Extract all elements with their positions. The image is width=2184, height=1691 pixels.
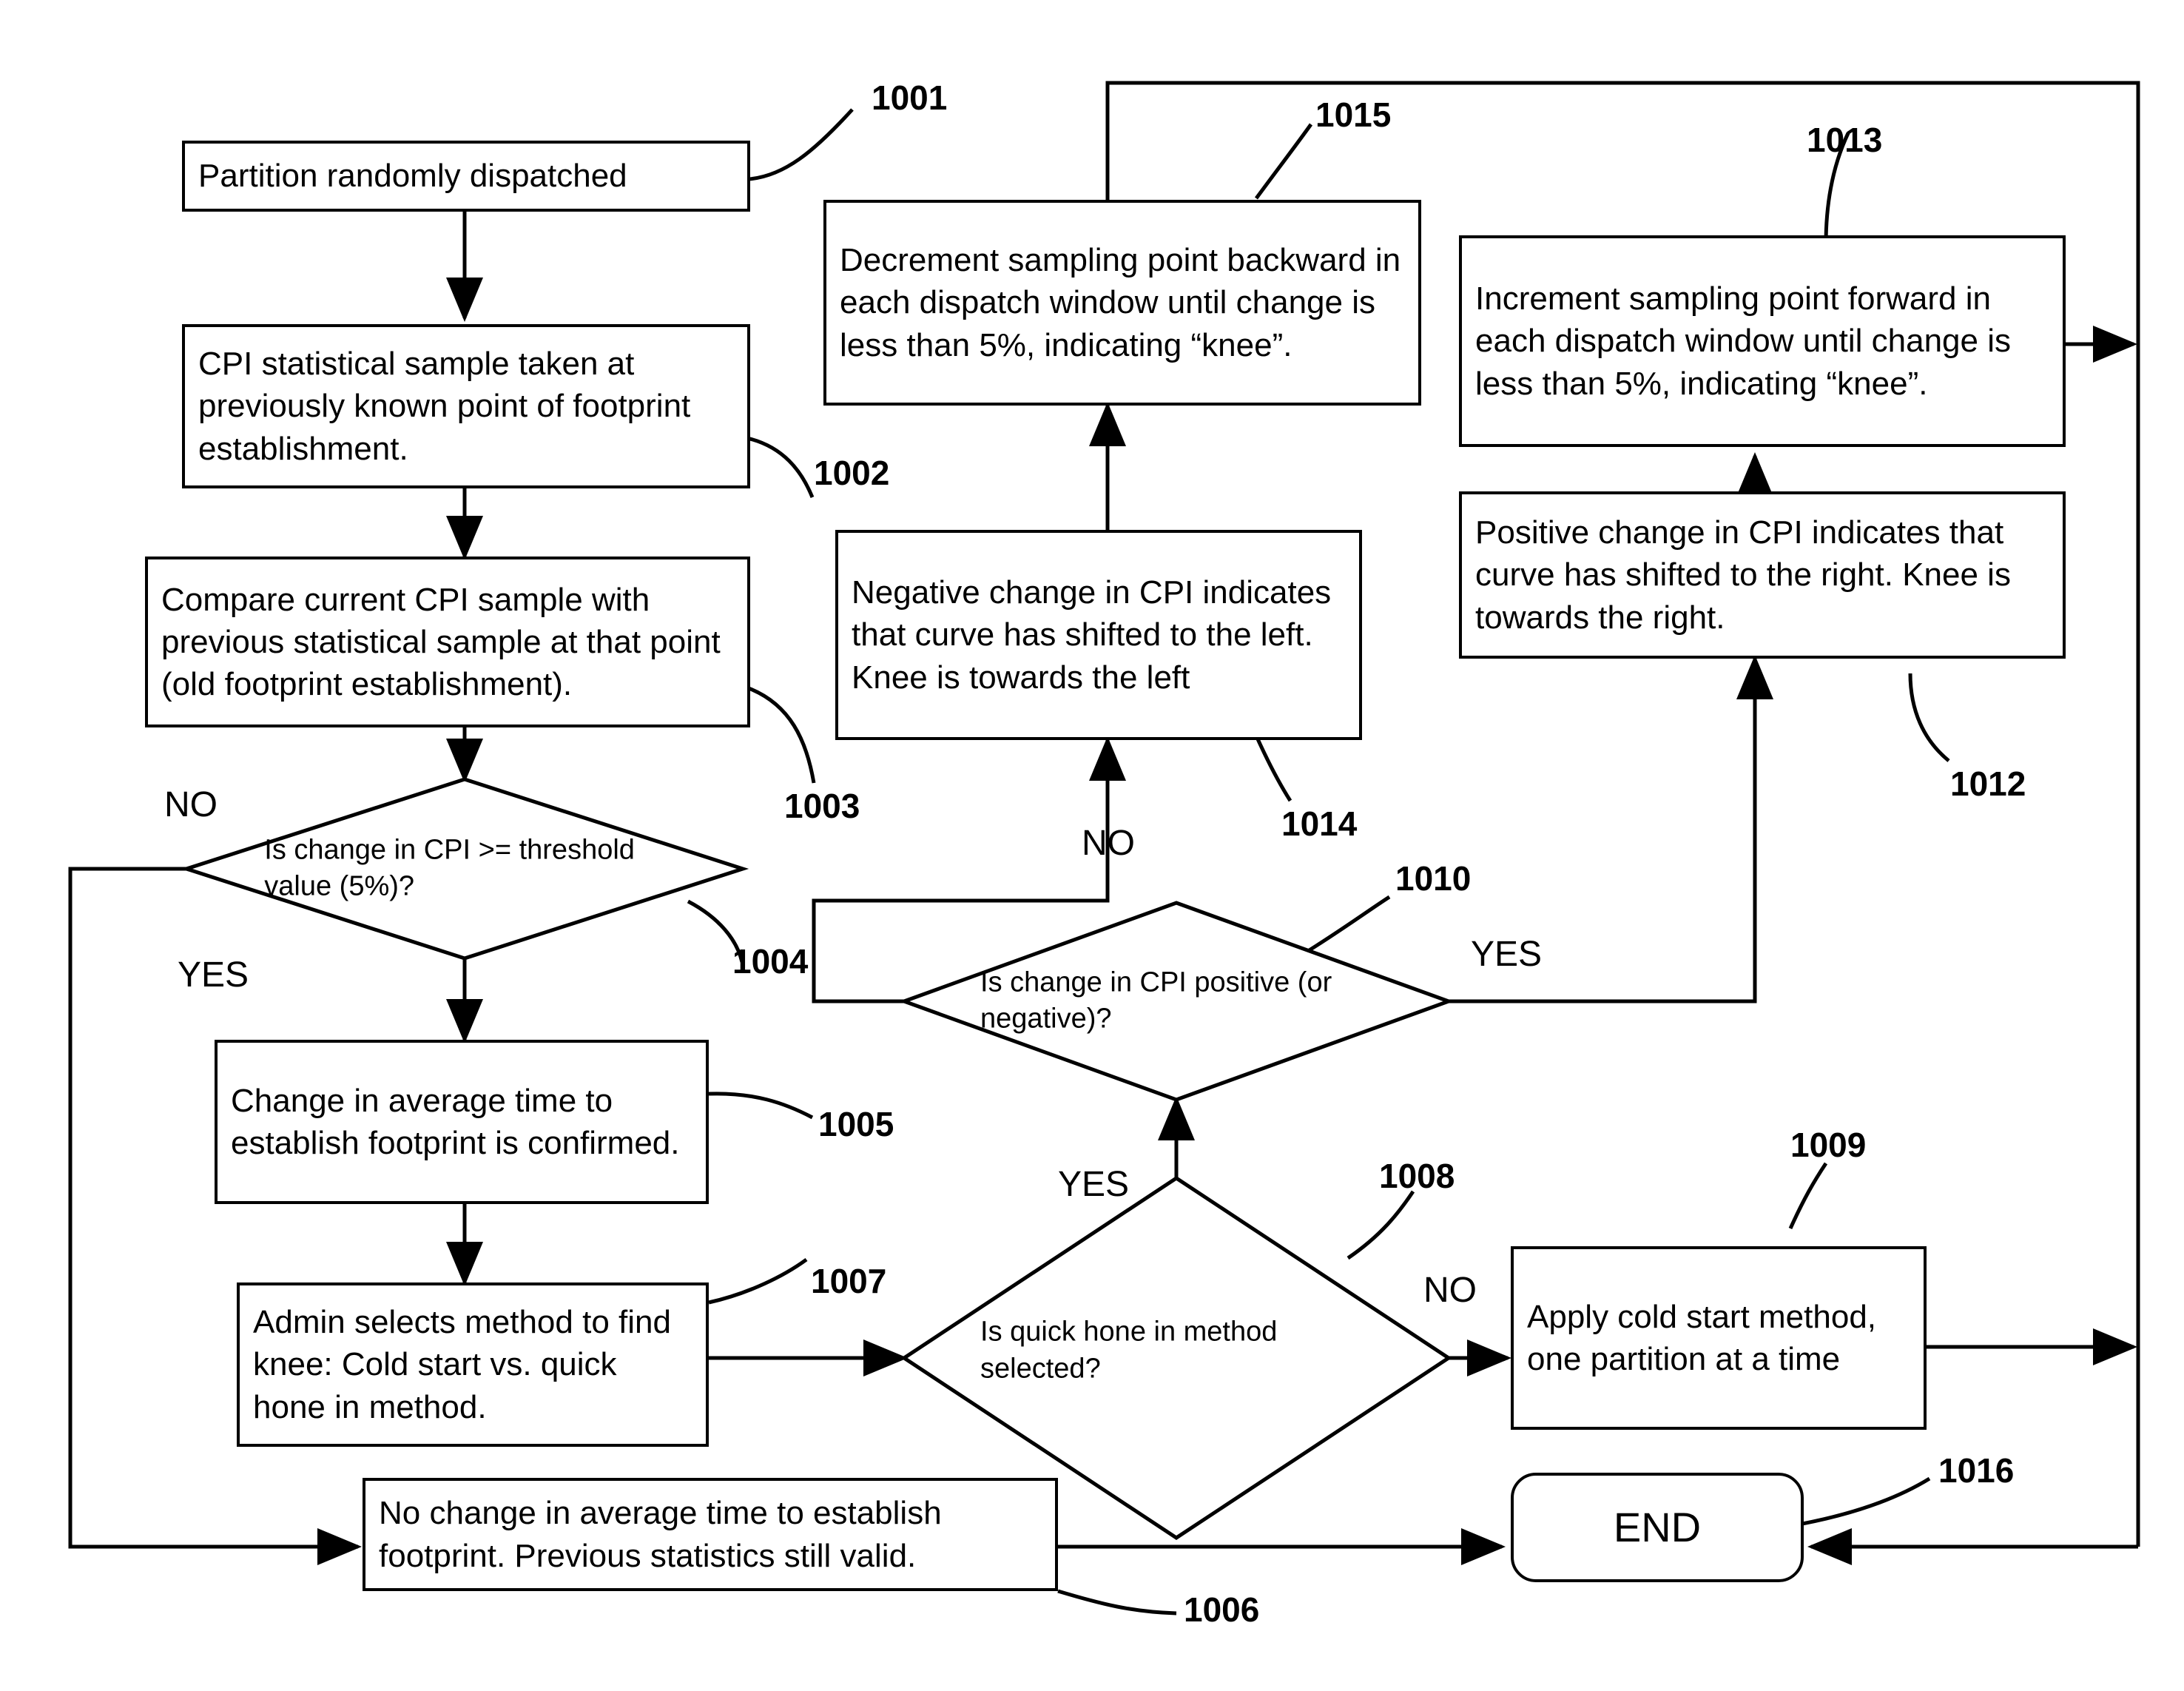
leader-1015 [1254,123,1313,200]
node-apply-cold-start-method[interactable]: Apply cold start method, one partition a… [1511,1246,1927,1430]
node-decrement-sampling-point[interactable]: Decrement sampling point backward in eac… [823,200,1421,406]
decision-is-change-in-cpi-positive[interactable]: Is change in CPI positive (or negative)? [898,901,1455,1102]
decision-is-quick-hone-in-method-selected[interactable]: Is quick hone in method selected? [900,1176,1452,1540]
decision-1008-text: Is quick hone in method selected? [980,1316,1278,1385]
leader-1014 [1253,733,1292,802]
ref-numeral-1002: 1002 [814,454,890,492]
decision-1010-text: Is change in CPI positive (or negative)? [980,966,1332,1035]
ref-numeral-1006: 1006 [1184,1590,1260,1629]
node-partition-randomly-dispatched[interactable]: Partition randomly dispatched [182,141,750,212]
branch-label-1004-yes: YES [178,955,249,995]
leader-1006 [1057,1589,1177,1616]
ref-numeral-1015: 1015 [1315,95,1392,134]
node-1014-text: Negative change in CPI indicates that cu… [852,574,1332,696]
ref-numeral-1016: 1016 [1938,1451,2015,1490]
node-1005-text: Change in average time to establish foot… [231,1082,680,1161]
node-positive-change-in-cpi[interactable]: Positive change in CPI indicates that cu… [1459,491,2066,659]
leader-1003 [748,686,816,784]
ref-numeral-1010: 1010 [1395,859,1472,898]
node-cpi-statistical-sample[interactable]: CPI statistical sample taken at previous… [182,324,750,488]
branch-label-1010-no: NO [1082,824,1135,863]
ref-numeral-1014: 1014 [1281,804,1358,843]
ref-numeral-1008: 1008 [1379,1157,1455,1195]
ref-numeral-1012: 1012 [1950,764,2026,803]
node-1003-text: Compare current CPI sample with previous… [161,581,721,703]
ref-numeral-1001: 1001 [872,78,948,117]
node-1001-text: Partition randomly dispatched [198,158,627,195]
leader-1002 [739,434,815,498]
node-admin-selects-method[interactable]: Admin selects method to find knee: Cold … [237,1282,709,1447]
leader-1001 [748,108,854,181]
flowchart-figure: Partition randomly dispatched CPI statis… [0,0,2184,1691]
ref-numeral-1003: 1003 [784,787,860,825]
node-1009-text: Apply cold start method, one partition a… [1527,1298,1877,1377]
branch-label-1008-no: NO [1423,1271,1477,1310]
decision-is-change-in-cpi-threshold[interactable]: Is change in CPI >= threshold value (5%)… [180,777,749,961]
decision-1004-text: Is change in CPI >= threshold value (5%)… [264,834,635,902]
branch-label-1008-yes: YES [1058,1165,1130,1204]
leader-1007 [708,1257,808,1305]
leader-1016 [1790,1476,1931,1528]
node-1007-text: Admin selects method to find knee: Cold … [253,1304,671,1425]
node-1013-text: Increment sampling point forward in each… [1475,280,2012,402]
node-increment-sampling-point[interactable]: Increment sampling point forward in each… [1459,235,2066,447]
node-1015-text: Decrement sampling point backward in eac… [840,242,1401,363]
node-1012-text: Positive change in CPI indicates that cu… [1475,514,2011,636]
ref-numeral-1007: 1007 [811,1262,887,1300]
ref-numeral-1009: 1009 [1790,1126,1867,1164]
leader-1009 [1788,1162,1828,1230]
node-change-in-average-time-confirmed[interactable]: Change in average time to establish foot… [215,1040,709,1204]
node-compare-current-cpi-sample[interactable]: Compare current CPI sample with previous… [145,557,750,727]
ref-numeral-1013: 1013 [1807,121,1883,159]
branch-label-1004-no: NO [164,785,218,824]
node-end-terminal[interactable]: END [1511,1473,1804,1582]
ref-numeral-1005: 1005 [818,1105,894,1143]
node-1016-text: END [1613,1503,1702,1550]
ref-numeral-1004: 1004 [732,942,809,981]
leader-1012 [1908,673,1950,762]
node-1002-text: CPI statistical sample taken at previous… [198,346,691,467]
leader-1005 [708,1092,814,1120]
node-negative-change-in-cpi[interactable]: Negative change in CPI indicates that cu… [835,530,1362,740]
branch-label-1010-yes: YES [1471,935,1543,974]
